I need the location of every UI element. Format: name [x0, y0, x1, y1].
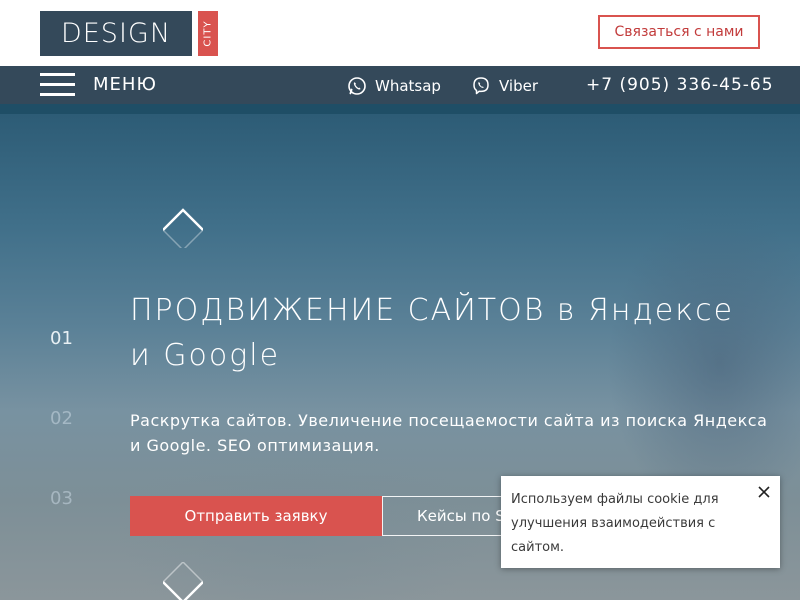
site-logo[interactable]: DESIGN CITY: [40, 11, 218, 56]
slide-indicator-3[interactable]: 03: [50, 488, 73, 509]
hamburger-icon[interactable]: [40, 73, 75, 97]
logo-text: DESIGN: [40, 11, 192, 56]
close-icon[interactable]: [757, 485, 771, 499]
hero-subtitle-line1: Раскрутка сайтов. Увеличение посещаемост…: [130, 411, 768, 430]
viber-label: Viber: [499, 77, 539, 95]
hero-subtitle: Раскрутка сайтов. Увеличение посещаемост…: [130, 408, 770, 458]
whatsapp-icon: [348, 77, 366, 95]
slide-indicator-2[interactable]: 02: [50, 408, 73, 429]
logo-city-badge: CITY: [198, 11, 218, 56]
nav-bar: МЕНЮ Whatsap Viber +7 (905) 336-45-65: [0, 66, 800, 104]
logo-city-text: CITY: [202, 20, 214, 47]
hero-title-line1: ПРОДВИЖЕНИЕ САЙТОВ в Яндексе: [130, 293, 735, 328]
send-request-button[interactable]: Отправить заявку: [130, 496, 382, 536]
cookie-text-line2: улучшения взаимодействия с: [511, 516, 716, 531]
phone-number-link[interactable]: +7 (905) 336-45-65: [586, 75, 774, 95]
hero-subtitle-line2: и Google. SEO оптимизация.: [130, 436, 380, 455]
whatsapp-label: Whatsap: [375, 77, 441, 95]
hero-title-line2: и Google: [130, 338, 281, 373]
chevron-down-icon[interactable]: [163, 562, 203, 600]
hero-title: ПРОДВИЖЕНИЕ САЙТОВ в Яндексе и Google: [130, 288, 770, 378]
slide-indicator-1[interactable]: 01: [50, 328, 73, 349]
hero-top-strip: [0, 104, 800, 114]
viber-link[interactable]: Viber: [471, 76, 538, 96]
top-header: DESIGN CITY Связаться с нами: [0, 0, 800, 66]
cookie-notice: Используем файлы cookie для улучшения вз…: [501, 476, 780, 568]
cookie-text: Используем файлы cookie для улучшения вз…: [511, 488, 750, 560]
cookie-text-line1: Используем файлы cookie для: [511, 492, 719, 507]
viber-icon: [473, 77, 489, 95]
menu-label[interactable]: МЕНЮ: [93, 74, 157, 95]
whatsapp-link[interactable]: Whatsap: [347, 76, 441, 96]
cookie-text-line3: сайтом.: [511, 540, 565, 555]
chevron-up-icon[interactable]: [163, 208, 203, 248]
contact-us-button[interactable]: Связаться с нами: [598, 15, 760, 49]
